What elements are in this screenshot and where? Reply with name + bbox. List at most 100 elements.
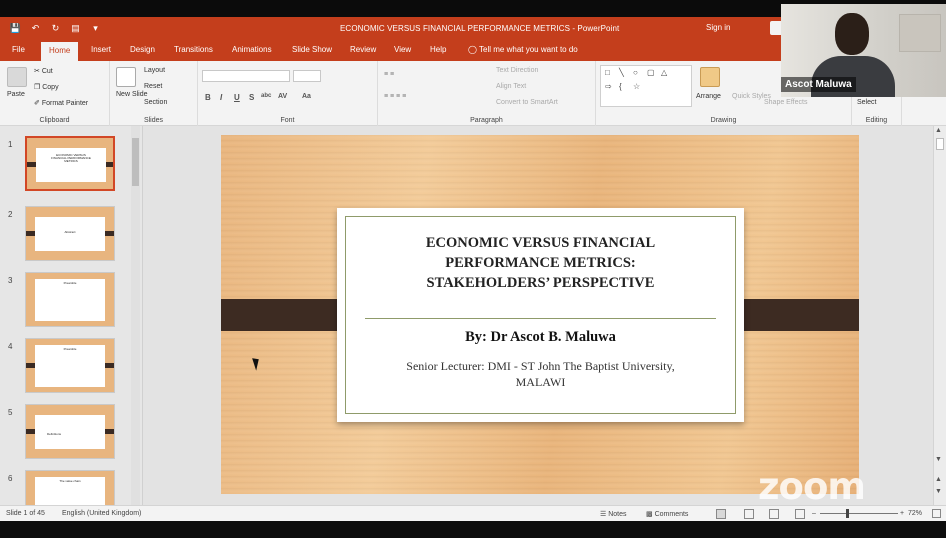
zoom-in-icon[interactable]: +: [900, 510, 904, 517]
shape-effects-button[interactable]: Shape Effects: [764, 99, 807, 106]
change-case-button[interactable]: Aa: [302, 93, 311, 100]
reading-view-icon[interactable]: [769, 509, 779, 519]
select-button[interactable]: Select: [857, 99, 876, 106]
font-label: Font: [280, 117, 295, 124]
shadow-button[interactable]: abc: [261, 93, 271, 99]
tab-slide-show[interactable]: Slide Show: [292, 45, 332, 54]
tab-file[interactable]: File: [12, 45, 25, 54]
notes-button[interactable]: ☰ Notes: [600, 510, 627, 518]
next-slide-icon[interactable]: ▼: [935, 488, 942, 495]
slide-byline[interactable]: By: Dr Ascot B. Maluwa: [337, 329, 744, 346]
tab-transitions[interactable]: Transitions: [174, 45, 213, 54]
thumbnail-text: Preamble: [63, 281, 77, 285]
strikethrough-button[interactable]: S: [249, 93, 254, 102]
save-icon[interactable]: 💾: [10, 23, 21, 34]
bracket-shape-icon[interactable]: {: [619, 82, 622, 91]
screen: 💾 ↶ ↻ ▤ ▾ ECONOMIC VERSUS FINANCIAL PERF…: [0, 0, 946, 538]
slide-sorter-icon[interactable]: [744, 509, 754, 519]
rectangle-shape-icon[interactable]: □: [605, 68, 610, 77]
square-shape-icon[interactable]: ▢: [647, 68, 655, 77]
arrange-button[interactable]: Arrange: [696, 93, 721, 100]
editing-label: Editing: [865, 117, 888, 124]
scroll-down-icon[interactable]: ▼: [935, 456, 942, 463]
align-text-button[interactable]: Align Text: [496, 83, 526, 90]
shapes-gallery[interactable]: □ ╲ ○ ▢ △ ⇨ { ☆: [600, 65, 692, 107]
line-shape-icon[interactable]: ╲: [619, 68, 624, 77]
thumbnail-slide-1[interactable]: 1 ECONOMIC VERSUS FINANCIAL PERFORMANCE …: [0, 136, 140, 198]
comments-button[interactable]: ▩ Comments: [646, 510, 688, 518]
normal-view-icon[interactable]: [716, 509, 726, 519]
new-slide-button[interactable]: New Slide: [116, 91, 148, 98]
tab-help[interactable]: Help: [430, 45, 446, 54]
tab-animations[interactable]: Animations: [232, 45, 272, 54]
slide-title[interactable]: ECONOMIC VERSUS FINANCIAL PERFORMANCE ME…: [337, 233, 744, 293]
participant-name: Ascot Maluwa: [781, 77, 856, 92]
slides-label: Slides: [143, 117, 164, 124]
zoom-watermark: zoom: [758, 465, 866, 508]
font-size-box[interactable]: [293, 70, 321, 82]
reset-button[interactable]: Reset: [144, 83, 162, 90]
smartart-button[interactable]: Convert to SmartArt: [496, 99, 558, 106]
format-painter-button[interactable]: ✐ Format Painter: [34, 99, 88, 107]
canvas-scrollbar[interactable]: ▲ ▼ ▲ ▼: [933, 126, 946, 505]
oval-shape-icon[interactable]: ○: [633, 68, 638, 77]
paragraph-label: Paragraph: [470, 117, 503, 124]
paste-button[interactable]: Paste: [7, 91, 25, 98]
triangle-shape-icon[interactable]: △: [661, 68, 667, 77]
comment-icon: ▩: [646, 511, 653, 518]
start-slideshow-icon[interactable]: ▤: [70, 23, 81, 34]
thumbnail-bar-right: [104, 363, 114, 368]
language-indicator[interactable]: English (United Kingdom): [62, 510, 141, 517]
italic-button[interactable]: I: [220, 93, 222, 102]
copy-button[interactable]: ❐ Copy: [34, 83, 59, 91]
tab-view[interactable]: View: [394, 45, 411, 54]
brush-icon: ✐: [34, 100, 40, 107]
align-icons[interactable]: ≡ ≡ ≡ ≡: [384, 93, 406, 100]
layout-button[interactable]: Layout: [144, 67, 165, 74]
bold-button[interactable]: B: [205, 93, 211, 102]
arrow-shape-icon[interactable]: ⇨: [605, 82, 612, 91]
text-direction-button[interactable]: Text Direction: [496, 67, 538, 74]
prev-slide-icon[interactable]: ▲: [935, 476, 942, 483]
redo-icon[interactable]: ↻: [50, 23, 61, 34]
cut-button[interactable]: ✂ Cut: [34, 67, 53, 75]
thumbnail-number: 2: [8, 210, 13, 219]
thumbnail-paper: Preamble: [35, 279, 105, 321]
thumbnail-text: The value chain: [59, 479, 81, 483]
zoom-level[interactable]: 72%: [908, 510, 922, 517]
star-shape-icon[interactable]: ☆: [633, 82, 640, 91]
canvas-scroll-thumb[interactable]: [936, 138, 944, 150]
slides-group: New Slide Layout Reset Section Slides: [110, 61, 198, 126]
current-slide[interactable]: ECONOMIC VERSUS FINANCIAL PERFORMANCE ME…: [221, 135, 859, 494]
tell-me-search[interactable]: ◯ Tell me what you want to do: [468, 45, 578, 54]
slide-subtitle[interactable]: Senior Lecturer: DMI - ST John The Bapti…: [337, 358, 744, 390]
thumbnails-scrollbar[interactable]: [131, 126, 140, 505]
zoom-out-icon[interactable]: –: [812, 510, 816, 517]
underline-button[interactable]: U: [234, 93, 240, 102]
thumbnails-scroll-thumb[interactable]: [132, 138, 139, 186]
bullets-icon[interactable]: ≡ ≡: [384, 71, 394, 78]
sign-in-link[interactable]: Sign in: [706, 23, 730, 32]
tab-home[interactable]: Home: [41, 42, 79, 61]
undo-icon[interactable]: ↶: [30, 23, 41, 34]
customize-qat-icon[interactable]: ▾: [90, 23, 101, 34]
thumbnail-slide-4[interactable]: 4 Preamble: [0, 338, 140, 400]
fit-to-window-icon[interactable]: [932, 509, 941, 518]
thumbnail-number: 3: [8, 276, 13, 285]
slide-thumbnails-pane: 1 ECONOMIC VERSUS FINANCIAL PERFORMANCE …: [0, 126, 143, 525]
tab-review[interactable]: Review: [350, 45, 376, 54]
tab-design[interactable]: Design: [130, 45, 155, 54]
zoom-slider-knob[interactable]: [846, 509, 849, 518]
zoom-slider[interactable]: [820, 513, 898, 514]
slideshow-view-icon[interactable]: [795, 509, 805, 519]
scroll-up-icon[interactable]: ▲: [935, 127, 942, 134]
tab-insert[interactable]: Insert: [91, 45, 111, 54]
accent-bar-right: [730, 299, 859, 331]
thumbnail-text: Definitions: [47, 432, 62, 436]
thumbnail-slide-2[interactable]: 2 Abstract: [0, 206, 140, 268]
thumbnail-slide-3[interactable]: 3 Preamble: [0, 272, 140, 334]
font-name-box[interactable]: [202, 70, 290, 82]
thumbnail-slide-5[interactable]: 5 Definitions: [0, 404, 140, 466]
section-button[interactable]: Section: [144, 99, 167, 106]
char-spacing-button[interactable]: AV: [278, 93, 287, 100]
